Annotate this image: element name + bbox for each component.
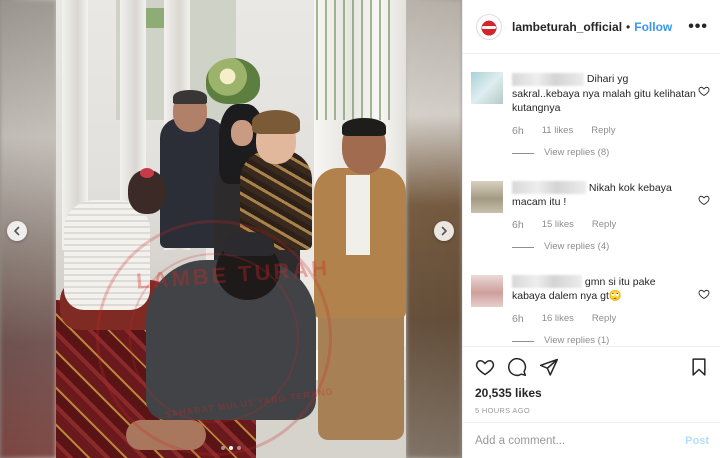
commenter-avatar[interactable]: [471, 274, 503, 307]
reply-button[interactable]: Reply: [591, 124, 615, 139]
view-replies-button[interactable]: View replies (1): [512, 334, 702, 346]
replies-divider: [512, 246, 534, 248]
comment-text: Dihari yg sakral..kebaya nya malah gitu …: [512, 72, 696, 114]
photo-person: [231, 120, 253, 146]
follow-button[interactable]: Follow: [634, 20, 672, 34]
action-icons: [475, 356, 709, 378]
account-username[interactable]: lambeturah_official: [512, 20, 622, 34]
comment-item: Dihari yg sakral..kebaya nya malah gitu …: [471, 72, 710, 161]
comment-input[interactable]: [475, 434, 686, 447]
carousel-dot[interactable]: [221, 446, 225, 450]
replies-divider: [512, 152, 534, 154]
commenter-username[interactable]: [512, 275, 582, 289]
bookmark-icon[interactable]: [689, 357, 709, 377]
share-icon[interactable]: [539, 357, 559, 377]
comment-likes[interactable]: 11 likes: [542, 124, 574, 139]
account-avatar[interactable]: [476, 13, 502, 40]
commenter-avatar[interactable]: [471, 72, 503, 104]
likes-count[interactable]: 20,535 likes: [475, 386, 709, 400]
comment-likes[interactable]: 16 likes: [542, 312, 574, 327]
post-header: lambeturah_official • Follow •••: [463, 0, 720, 54]
comment-meta: 6h 15 likes Reply: [512, 218, 702, 233]
comment-text: Nikah kok kebaya macam itu !: [512, 181, 672, 208]
lips-logo-icon: [478, 15, 500, 38]
photo-person: [346, 175, 370, 255]
next-slide-button[interactable]: [434, 221, 454, 241]
carousel-dot-active[interactable]: [229, 446, 233, 450]
photo-person: [252, 110, 300, 134]
heart-icon[interactable]: [698, 85, 710, 97]
commenter-username[interactable]: [512, 181, 586, 195]
commenter-username[interactable]: [512, 72, 584, 86]
post-time[interactable]: 5 HOURS AGO: [475, 406, 709, 415]
photo-person: [173, 90, 207, 104]
comment-icon[interactable]: [507, 357, 527, 377]
comment-time[interactable]: 6h: [512, 218, 524, 233]
comment-likes[interactable]: 15 likes: [542, 218, 574, 233]
comment-time[interactable]: 6h: [512, 124, 524, 139]
comment-meta: 6h 16 likes Reply: [512, 312, 702, 327]
post-sidebar: lambeturah_official • Follow ••• Dihari …: [462, 0, 720, 458]
photo-flowers: [206, 58, 260, 104]
comment-item: Nikah kok kebaya macam itu ! 6h 15 likes…: [471, 180, 710, 255]
more-options-icon[interactable]: •••: [688, 18, 708, 34]
view-replies-button[interactable]: View replies (4): [512, 240, 702, 255]
commenter-avatar[interactable]: [471, 180, 503, 213]
add-comment-bar: Post: [463, 422, 720, 458]
replies-divider: [512, 340, 534, 342]
post-comment-button[interactable]: Post: [685, 435, 709, 447]
post-photo[interactable]: LAMBE TURAH SAHABAT MULUT YANG TERANG: [56, 0, 406, 458]
chevron-right-icon: [441, 226, 447, 236]
chevron-left-icon: [14, 226, 20, 236]
comment-item: gmn si itu pake kabaya dalem nya gt🙄 6h …: [471, 274, 710, 346]
photo-vines: [316, 0, 396, 120]
comment-text: gmn si itu pake kabaya dalem nya gt🙄: [512, 275, 656, 302]
header-separator: •: [626, 19, 631, 34]
carousel-dot[interactable]: [237, 446, 241, 450]
like-heart-icon[interactable]: [475, 357, 495, 377]
comments-list[interactable]: Dihari yg sakral..kebaya nya malah gitu …: [463, 54, 720, 346]
view-replies-button[interactable]: View replies (8): [512, 146, 702, 161]
reply-button[interactable]: Reply: [592, 312, 616, 327]
photo-person: [140, 168, 154, 178]
photo-person: [342, 118, 386, 136]
carousel-dots: [0, 446, 462, 450]
comment-time[interactable]: 6h: [512, 312, 524, 327]
comment-meta: 6h 11 likes Reply: [512, 124, 702, 139]
post-media: LAMBE TURAH SAHABAT MULUT YANG TERANG: [0, 0, 462, 458]
heart-icon[interactable]: [698, 194, 710, 206]
watermark-seal: [96, 220, 332, 456]
reply-button[interactable]: Reply: [592, 218, 616, 233]
previous-slide-button[interactable]: [7, 221, 27, 241]
post-actions: 20,535 likes 5 HOURS AGO: [463, 346, 720, 415]
heart-icon[interactable]: [698, 288, 710, 300]
